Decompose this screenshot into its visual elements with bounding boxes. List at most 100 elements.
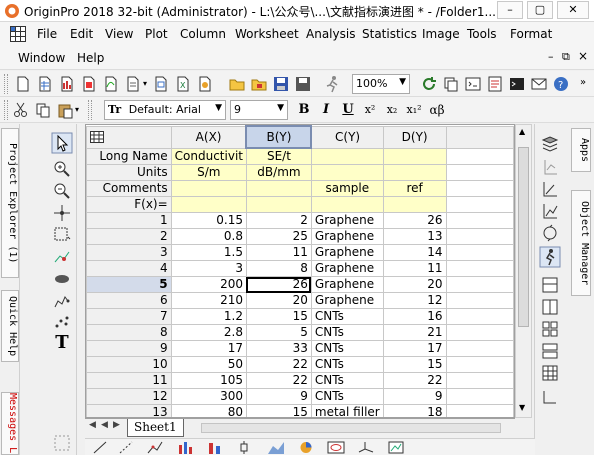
- column-header-a[interactable]: A(X): [170, 125, 247, 149]
- cell-a[interactable]: 80: [170, 404, 247, 417]
- cell-b[interactable]: 33: [245, 340, 312, 357]
- stacked-plot-icon[interactable]: [207, 441, 225, 454]
- cell-empty[interactable]: [445, 324, 514, 341]
- horizontal-scrollbar[interactable]: [201, 423, 501, 433]
- greek-button[interactable]: αβ: [426, 100, 448, 120]
- cell-empty[interactable]: [445, 276, 514, 293]
- row-number[interactable]: 10: [86, 356, 172, 373]
- cell-b[interactable]: 9: [245, 388, 312, 405]
- meta-cell[interactable]: [310, 147, 384, 165]
- meta-cell[interactable]: [170, 196, 247, 213]
- new-matrix-icon[interactable]: [80, 75, 98, 93]
- cell-d[interactable]: 11: [382, 260, 447, 277]
- rescale-icon[interactable]: [539, 222, 561, 244]
- meta-cell[interactable]: S/m: [170, 164, 247, 181]
- layout-stack-icon[interactable]: [539, 340, 561, 362]
- new-notes-icon[interactable]: [124, 75, 142, 93]
- draw-data-icon[interactable]: [51, 290, 73, 312]
- column-header-d[interactable]: D(Y): [382, 125, 447, 149]
- cell-a[interactable]: 3: [170, 260, 247, 277]
- menu-edit[interactable]: Edit: [70, 27, 93, 41]
- font-size-combo[interactable]: 9 ▼: [230, 100, 288, 120]
- copy-icon[interactable]: [34, 101, 52, 119]
- sheet-corner[interactable]: [86, 125, 172, 149]
- cell-c[interactable]: Graphene: [310, 228, 384, 245]
- cell-empty[interactable]: [445, 228, 514, 245]
- menu-tools[interactable]: Tools: [467, 27, 497, 41]
- meta-cell[interactable]: [245, 196, 312, 213]
- cell-a[interactable]: 200: [170, 276, 247, 293]
- new-image-icon[interactable]: [196, 75, 214, 93]
- tab-object-manager[interactable]: Object Manager: [571, 190, 591, 296]
- bold-button[interactable]: B: [294, 100, 314, 120]
- cell-empty[interactable]: [445, 212, 514, 229]
- menu-view[interactable]: View: [105, 27, 133, 41]
- row-number[interactable]: 13: [86, 404, 172, 417]
- cell-c[interactable]: CNTs: [310, 388, 384, 405]
- cell-b[interactable]: 25: [245, 228, 312, 245]
- row-number[interactable]: 6: [86, 292, 172, 309]
- cut-icon[interactable]: [12, 101, 30, 119]
- meta-cell[interactable]: dB/mm: [245, 164, 312, 181]
- save-icon[interactable]: [272, 75, 290, 93]
- column-header-c[interactable]: C(Y): [310, 125, 384, 149]
- cell-d[interactable]: 16: [382, 308, 447, 325]
- cell-empty[interactable]: [445, 244, 514, 261]
- layout-2-icon[interactable]: [539, 296, 561, 318]
- cell-b[interactable]: 11: [245, 244, 312, 261]
- row-number[interactable]: 2: [86, 228, 172, 245]
- cell-c[interactable]: Graphene: [310, 276, 384, 293]
- layout-4-icon[interactable]: [539, 318, 561, 340]
- meta-row-label[interactable]: Long Name: [86, 147, 172, 165]
- row-number[interactable]: 8: [86, 324, 172, 341]
- toolbar-overflow-icon[interactable]: »: [580, 77, 586, 88]
- column-plot-icon[interactable]: [177, 441, 195, 454]
- cell-empty[interactable]: [445, 372, 514, 389]
- add-axis-icon[interactable]: [539, 178, 561, 200]
- menu-column[interactable]: Column: [180, 27, 226, 41]
- menu-file[interactable]: File: [37, 27, 57, 41]
- origin-app-icon[interactable]: [4, 3, 20, 19]
- cell-d[interactable]: 26: [382, 212, 447, 229]
- cell-c[interactable]: CNTs: [310, 340, 384, 357]
- code-builder-icon[interactable]: [464, 75, 482, 93]
- vertical-scrollbar[interactable]: ▲ ▼: [515, 124, 532, 418]
- meta-cell-empty[interactable]: [445, 180, 514, 197]
- font-combo[interactable]: Tr Default: Arial ▼: [104, 100, 226, 120]
- minimize-button[interactable]: –: [497, 1, 523, 19]
- cell-a[interactable]: 300: [170, 388, 247, 405]
- scatter-tool-icon[interactable]: [51, 312, 73, 334]
- cell-b[interactable]: 20: [245, 292, 312, 309]
- cell-c[interactable]: Graphene: [310, 292, 384, 309]
- toolbar-grip[interactable]: [4, 100, 8, 120]
- close-button[interactable]: ✕: [557, 1, 589, 19]
- cell-a[interactable]: 0.15: [170, 212, 247, 229]
- menu-plot[interactable]: Plot: [145, 27, 168, 41]
- meta-cell[interactable]: SE/t: [245, 147, 312, 165]
- meta-cell[interactable]: ref: [382, 180, 447, 197]
- meta-cell[interactable]: [382, 147, 447, 165]
- cell-a[interactable]: 2.8: [170, 324, 247, 341]
- cell-b[interactable]: 26: [245, 276, 312, 293]
- meta-cell[interactable]: [382, 164, 447, 181]
- meta-cell[interactable]: sample: [310, 180, 384, 197]
- dropdown-arrow-icon[interactable]: ▾: [143, 79, 147, 88]
- cell-b[interactable]: 2: [245, 212, 312, 229]
- cell-c[interactable]: Graphene: [310, 244, 384, 261]
- cell-empty[interactable]: [445, 356, 514, 373]
- new-graph-icon[interactable]: [58, 75, 76, 93]
- new-layout-icon[interactable]: [152, 75, 170, 93]
- 3d-plot-icon[interactable]: [357, 441, 375, 454]
- crosshair-tool-icon[interactable]: [51, 202, 73, 224]
- restore-button[interactable]: ▢: [527, 1, 553, 19]
- sheet-next-icon[interactable]: ▶: [113, 420, 120, 430]
- row-number[interactable]: 1: [86, 212, 172, 229]
- meta-cell[interactable]: [382, 196, 447, 213]
- cell-c[interactable]: Graphene: [310, 212, 384, 229]
- cell-d[interactable]: 17: [382, 340, 447, 357]
- menu-image[interactable]: Image: [422, 27, 460, 41]
- meta-cell[interactable]: [310, 196, 384, 213]
- graph-axis-icon[interactable]: [539, 200, 561, 222]
- menu-worksheet[interactable]: Worksheet: [235, 27, 299, 41]
- meta-row-label[interactable]: Comments: [86, 180, 172, 197]
